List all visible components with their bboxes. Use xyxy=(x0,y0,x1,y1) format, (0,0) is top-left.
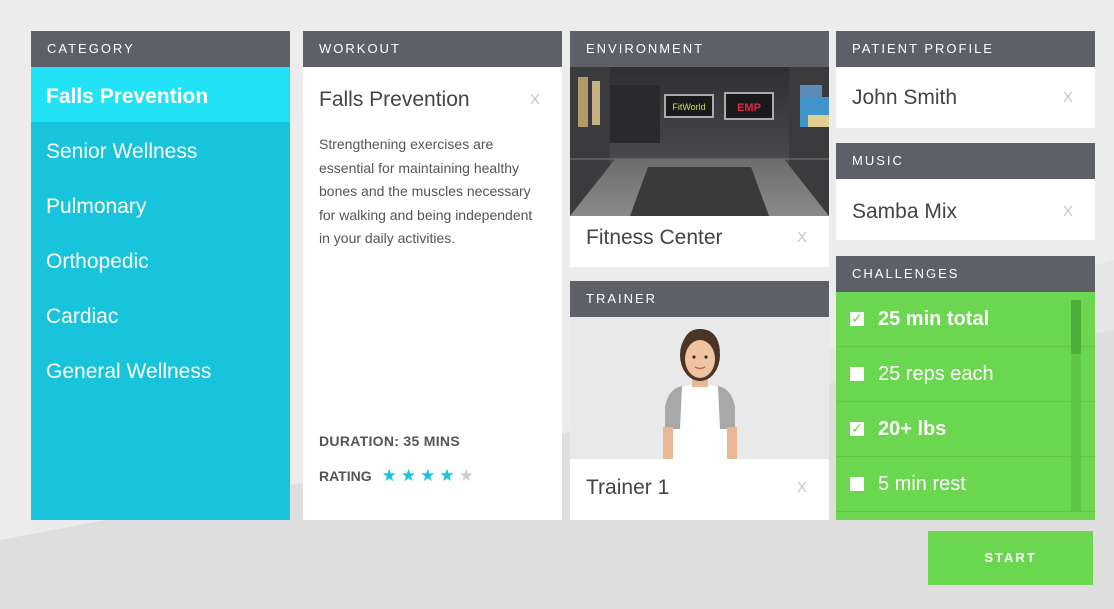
challenges-panel: CHALLENGES ✓ 25 min total 25 reps each ✓… xyxy=(836,256,1095,520)
screen-label: FitWorld xyxy=(672,102,705,112)
trainer-clear-button[interactable]: X xyxy=(797,459,807,517)
environment-header: ENVIRONMENT xyxy=(570,31,829,67)
music-name: Samba Mix xyxy=(852,200,958,223)
trainer-avatar-illustration xyxy=(570,317,829,459)
music-header: MUSIC xyxy=(836,143,1095,179)
challenge-item[interactable]: 25 reps each xyxy=(836,347,1095,402)
category-header: CATEGORY xyxy=(31,31,290,67)
category-item[interactable]: General Wellness xyxy=(31,342,290,397)
music-panel: MUSIC Samba Mix X xyxy=(836,143,1095,240)
trainer-header: TRAINER xyxy=(570,281,829,317)
challenge-item[interactable]: 5 min rest xyxy=(836,457,1095,512)
challenges-list: ✓ 25 min total 25 reps each ✓ 20+ lbs 5 … xyxy=(836,292,1095,520)
patient-profile-panel: PATIENT PROFILE John Smith X xyxy=(836,31,1095,128)
challenge-item[interactable]: ✓ 20+ lbs xyxy=(836,402,1095,457)
check-icon: ✓ xyxy=(851,310,863,326)
environment-name: Fitness Center xyxy=(586,226,723,249)
challenge-item[interactable]: ✓ 25 min total xyxy=(836,292,1095,347)
category-panel: CATEGORY Falls Prevention Senior Wellnes… xyxy=(31,31,290,520)
start-button[interactable]: START xyxy=(928,531,1093,585)
trainer-avatar-image[interactable] xyxy=(570,317,829,459)
trainer-name: Trainer 1 xyxy=(586,476,670,499)
workout-name: Falls Prevention xyxy=(319,88,470,111)
patient-clear-button[interactable]: X xyxy=(1063,67,1073,129)
challenge-checkbox[interactable] xyxy=(850,477,864,491)
challenge-checkbox[interactable] xyxy=(850,367,864,381)
challenge-label: 5 min rest xyxy=(878,473,966,495)
music-clear-button[interactable]: X xyxy=(1063,179,1073,245)
rating-label: RATING xyxy=(319,467,372,484)
workout-header: WORKOUT xyxy=(303,31,562,67)
environment-panel: ENVIRONMENT FitWorld EMP Fitness Center … xyxy=(570,31,829,267)
check-icon: ✓ xyxy=(851,420,863,436)
star-icon: ★ xyxy=(458,466,474,485)
workout-duration: DURATION: 35 MINS xyxy=(319,433,460,449)
workout-description: Strengthening exercises are essential fo… xyxy=(319,136,533,246)
workout-body: Falls Prevention X Strengthening exercis… xyxy=(303,67,562,520)
challenge-checkbox[interactable]: ✓ xyxy=(850,310,864,326)
workout-rating: RATING ★ ★ ★ ★ ★ xyxy=(319,467,474,484)
workout-clear-button[interactable]: X xyxy=(530,67,540,133)
workout-panel: WORKOUT Falls Prevention X Strengthening… xyxy=(303,31,562,520)
star-icon: ★ xyxy=(400,466,417,485)
challenge-checkbox[interactable]: ✓ xyxy=(850,420,864,436)
star-icon: ★ xyxy=(381,466,397,485)
challenges-header: CHALLENGES xyxy=(836,256,1095,292)
patient-profile-header: PATIENT PROFILE xyxy=(836,31,1095,67)
star-icon: ★ xyxy=(420,466,436,485)
rating-stars: ★ ★ ★ ★ ★ xyxy=(382,467,474,484)
environment-clear-button[interactable]: X xyxy=(797,216,807,260)
category-item[interactable]: Orthopedic xyxy=(31,232,290,287)
fitness-center-scene: FitWorld EMP xyxy=(570,67,829,216)
category-item[interactable]: Senior Wellness xyxy=(31,122,290,177)
patient-selection[interactable]: John Smith X xyxy=(836,67,1095,128)
star-icon: ★ xyxy=(439,466,455,485)
environment-selection[interactable]: Fitness Center X xyxy=(570,216,829,267)
challenges-scrollbar-thumb[interactable] xyxy=(1071,300,1081,354)
category-item[interactable]: Cardiac xyxy=(31,287,290,342)
patient-name: John Smith xyxy=(852,86,958,109)
category-item[interactable]: Falls Prevention xyxy=(31,67,290,122)
trainer-selection[interactable]: Trainer 1 X xyxy=(570,459,829,520)
workout-selection[interactable]: Falls Prevention X xyxy=(303,67,562,127)
category-list: Falls Prevention Senior Wellness Pulmona… xyxy=(31,67,290,520)
screen-label: EMP xyxy=(737,102,761,114)
trainer-panel: TRAINER Trainer 1 X xyxy=(570,281,829,520)
music-selection[interactable]: Samba Mix X xyxy=(836,179,1095,240)
environment-preview-image[interactable]: FitWorld EMP xyxy=(570,67,829,216)
category-item[interactable]: Pulmonary xyxy=(31,177,290,232)
